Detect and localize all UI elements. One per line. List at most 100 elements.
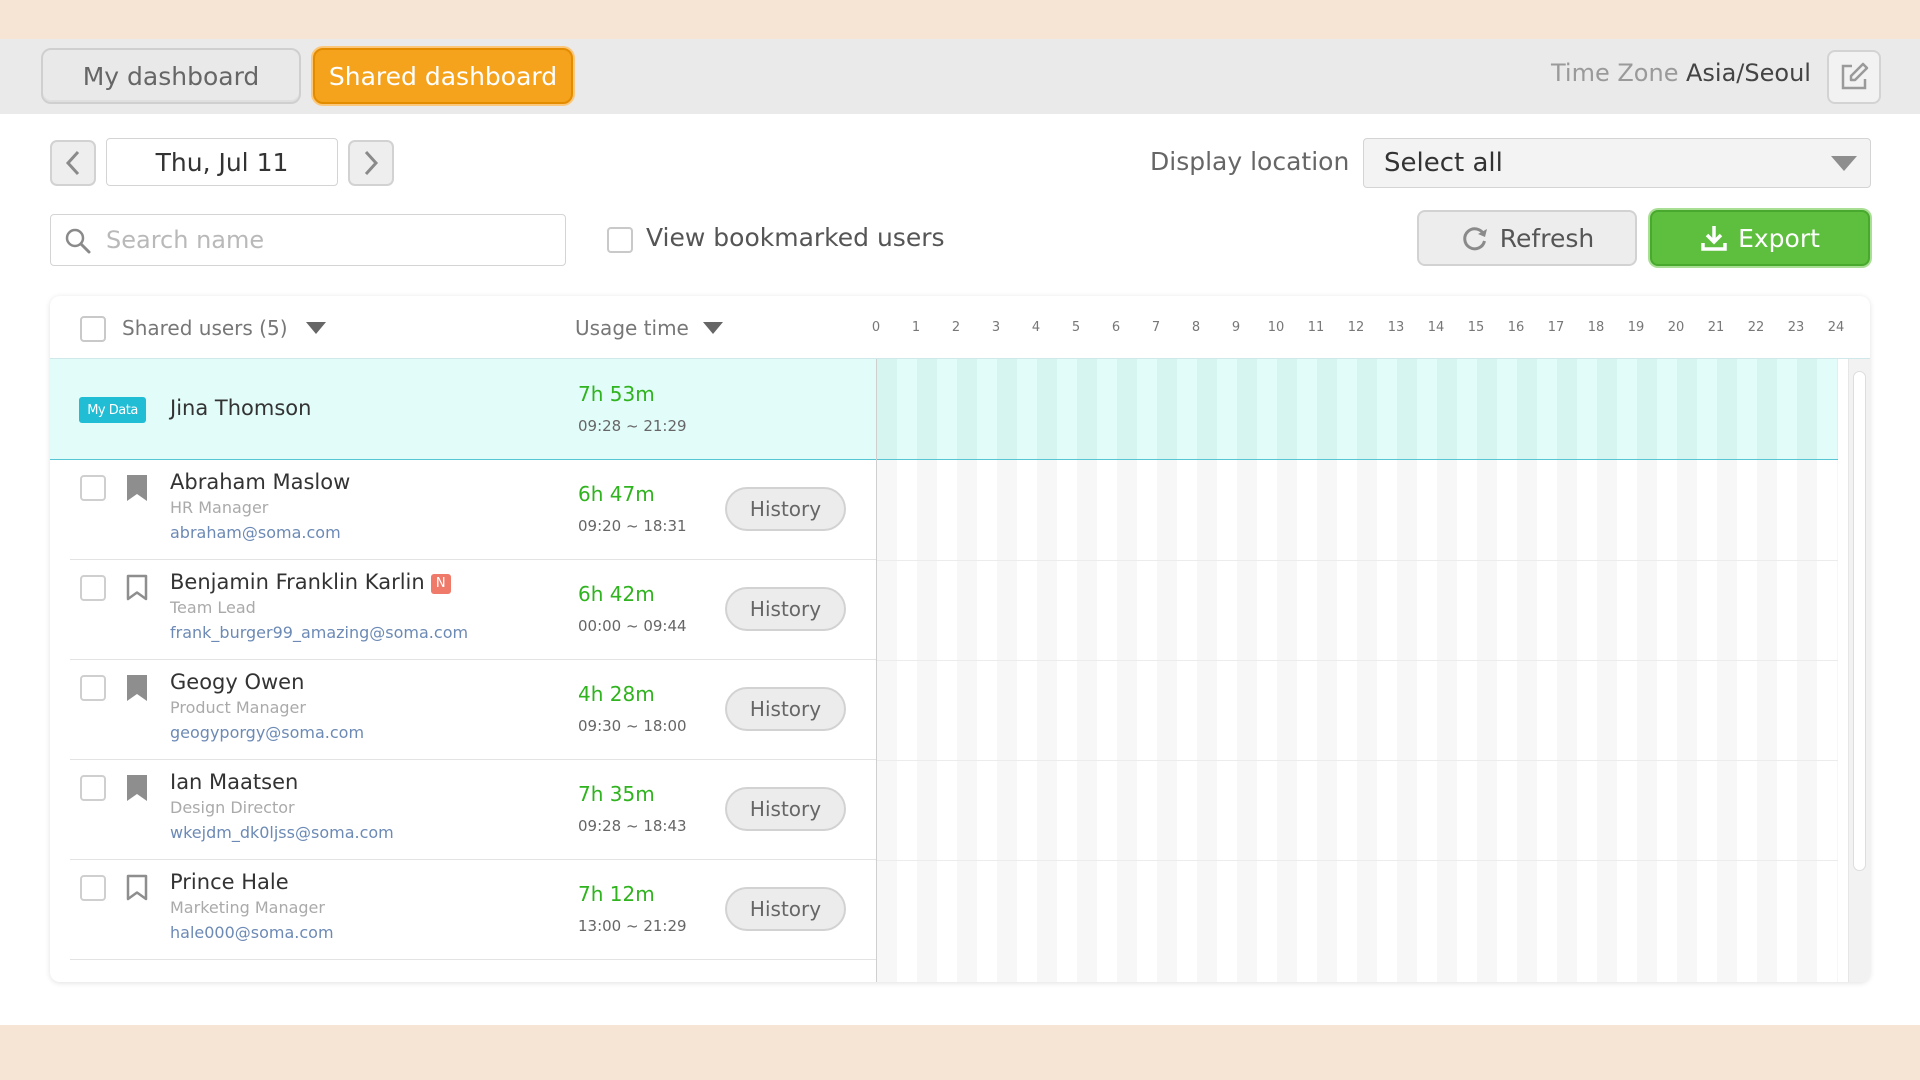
user-name-wrap: Benjamin Franklin Karlin N — [170, 570, 451, 594]
refresh-button[interactable]: Refresh — [1417, 210, 1637, 266]
prev-day-button[interactable] — [50, 140, 96, 186]
bookmark-outline-icon[interactable] — [125, 573, 149, 603]
new-badge: N — [430, 574, 451, 594]
search-input[interactable] — [106, 223, 546, 257]
hour-tick: 8 — [1191, 320, 1201, 335]
vertical-scrollbar[interactable] — [1848, 359, 1870, 982]
caret-down-icon — [1831, 156, 1857, 171]
hour-tick: 5 — [1071, 320, 1081, 335]
usage-range: 09:20 ~ 18:31 — [578, 517, 687, 535]
usage-column-header[interactable]: Usage time — [575, 316, 723, 340]
user-email[interactable]: frank_burger99_amazing@soma.com — [170, 623, 468, 642]
hour-tick: 14 — [1427, 320, 1445, 335]
user-role: HR Manager — [170, 498, 269, 517]
timeline-area — [876, 359, 1838, 982]
users-column-header[interactable]: Shared users (5) — [122, 316, 326, 340]
hour-tick: 16 — [1507, 320, 1525, 335]
tab-shared-dashboard[interactable]: Shared dashboard — [313, 48, 573, 104]
hour-tick: 12 — [1347, 320, 1365, 335]
user-role: Product Manager — [170, 698, 306, 717]
user-email[interactable]: wkejdm_dk0ljss@soma.com — [170, 823, 394, 842]
history-button[interactable]: History — [725, 887, 846, 931]
edit-icon — [1841, 62, 1869, 90]
timeline-divider — [877, 660, 1838, 661]
display-location-select[interactable]: Select all — [1363, 138, 1871, 188]
select-all-checkbox[interactable] — [80, 316, 106, 342]
bookmarked-users-checkbox[interactable] — [607, 227, 633, 253]
table-row[interactable]: Ian Maatsen Design Director wkejdm_dk0lj… — [50, 760, 876, 860]
history-button[interactable]: History — [725, 687, 846, 731]
timeline-divider — [877, 760, 1838, 761]
history-button[interactable]: History — [725, 587, 846, 631]
user-role: Design Director — [170, 798, 295, 817]
row-divider — [70, 959, 876, 960]
export-button[interactable]: Export — [1650, 210, 1870, 266]
user-name: Ian Maatsen — [170, 770, 299, 794]
usage-duration: 6h 47m — [578, 482, 655, 506]
row-checkbox[interactable] — [80, 475, 106, 501]
scroll-thumb[interactable] — [1853, 371, 1866, 871]
user-email[interactable]: geogyporgy@soma.com — [170, 723, 364, 742]
table-row[interactable]: Geogy Owen Product Manager geogyporgy@so… — [50, 660, 876, 760]
hour-tick: 9 — [1231, 320, 1241, 335]
usage-duration: 7h 35m — [578, 782, 655, 806]
display-location-label: Display location — [1150, 147, 1350, 176]
hour-tick: 23 — [1787, 320, 1805, 335]
row-checkbox[interactable] — [80, 875, 106, 901]
hour-tick: 7 — [1151, 320, 1161, 335]
display-location-value: Select all — [1384, 148, 1503, 178]
history-button[interactable]: History — [725, 487, 846, 531]
hour-tick: 19 — [1627, 320, 1645, 335]
search-box — [50, 214, 566, 266]
search-icon — [65, 228, 91, 254]
table-row[interactable]: Prince Hale Marketing Manager hale000@so… — [50, 860, 876, 960]
bookmark-outline-icon[interactable] — [125, 873, 149, 903]
usage-duration: 6h 42m — [578, 582, 655, 606]
hour-tick: 2 — [951, 320, 961, 335]
bookmarked-users-label[interactable]: View bookmarked users — [646, 223, 945, 252]
usage-duration: 7h 12m — [578, 882, 655, 906]
timeline-divider — [877, 860, 1838, 861]
app-window: My dashboard Shared dashboard Time Zone … — [0, 39, 1920, 1025]
row-checkbox[interactable] — [80, 675, 106, 701]
usage-range: 13:00 ~ 21:29 — [578, 917, 687, 935]
bookmark-filled-icon[interactable] — [125, 473, 149, 503]
table-row[interactable]: Benjamin Franklin Karlin N Team Lead fran… — [50, 560, 876, 660]
top-bar: My dashboard Shared dashboard Time Zone … — [0, 39, 1920, 114]
edit-button[interactable] — [1827, 50, 1881, 104]
chevron-right-icon — [364, 150, 379, 176]
history-button[interactable]: History — [725, 787, 846, 831]
usage-duration: 7h 53m — [578, 382, 655, 406]
table-row[interactable]: Abraham Maslow HR Manager abraham@soma.c… — [50, 460, 876, 560]
hour-tick: 18 — [1587, 320, 1605, 335]
caret-down-icon — [702, 322, 723, 334]
hour-tick: 1 — [911, 320, 921, 335]
hour-tick: 21 — [1707, 320, 1725, 335]
usage-range: 09:28 ~ 21:29 — [578, 417, 687, 435]
tab-my-dashboard[interactable]: My dashboard — [41, 48, 301, 104]
hour-tick: 15 — [1467, 320, 1485, 335]
bookmark-filled-icon[interactable] — [125, 773, 149, 803]
user-role: Marketing Manager — [170, 898, 325, 917]
table-header: Shared users (5) Usage time 0 1 2 3 4 5 … — [50, 296, 1870, 359]
download-icon — [1701, 226, 1727, 251]
hour-tick: 22 — [1747, 320, 1765, 335]
user-name: Benjamin Franklin Karlin — [170, 570, 425, 594]
refresh-label: Refresh — [1499, 223, 1595, 253]
hour-tick: 17 — [1547, 320, 1565, 335]
row-checkbox[interactable] — [80, 775, 106, 801]
timezone-value: Asia/Seoul — [1686, 59, 1811, 87]
my-data-row[interactable]: My Data Jina Thomson 7h 53m 09:28 ~ 21:2… — [50, 359, 876, 460]
refresh-icon — [1463, 227, 1487, 251]
current-date[interactable]: Thu, Jul 11 — [106, 138, 338, 186]
user-email[interactable]: abraham@soma.com — [170, 523, 341, 542]
user-email[interactable]: hale000@soma.com — [170, 923, 334, 942]
usage-range: 09:30 ~ 18:00 — [578, 717, 687, 735]
bookmark-filled-icon[interactable] — [125, 673, 149, 703]
user-name: Prince Hale — [170, 870, 289, 894]
usage-duration: 4h 28m — [578, 682, 655, 706]
next-day-button[interactable] — [348, 140, 394, 186]
user-name: Geogy Owen — [170, 670, 305, 694]
row-checkbox[interactable] — [80, 575, 106, 601]
users-header-label: Shared users (5) — [122, 316, 288, 340]
